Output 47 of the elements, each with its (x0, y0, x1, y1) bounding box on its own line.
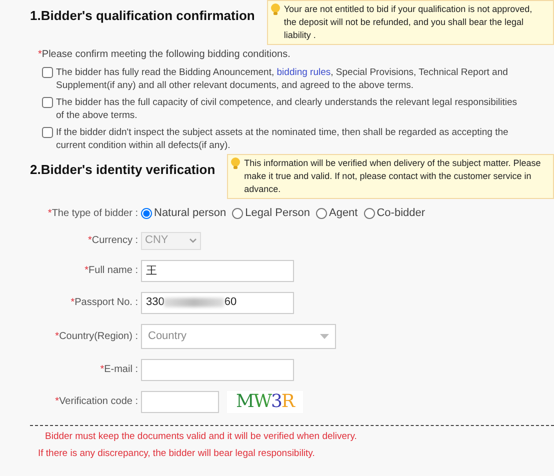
field-label: Full name : (88, 265, 138, 276)
lightbulb-icon (270, 3, 281, 16)
warning-note: If there is any discrepancy, the bidder will bear legal responsibility. (37, 446, 316, 460)
required-asterisk: * (100, 364, 104, 375)
required-asterisk: * (55, 330, 60, 342)
field-label: E-mail : (104, 364, 138, 375)
lightbulb-icon (230, 157, 242, 170)
checkbox[interactable] (42, 67, 53, 78)
condition-prompt: Please confirm meeting the following bidding conditions. (42, 48, 290, 62)
checkbox[interactable] (42, 97, 53, 108)
input-field[interactable] (141, 390, 219, 412)
captcha-image: MW3R (227, 390, 303, 412)
required-asterisk: * (48, 208, 52, 219)
radio-button[interactable] (316, 208, 327, 219)
radio-label: Legal Person (245, 206, 310, 221)
caret-icon (320, 334, 329, 338)
radio-button[interactable] (141, 208, 152, 219)
radio-button[interactable] (364, 208, 375, 219)
checkbox[interactable] (42, 127, 53, 138)
radio-button[interactable] (232, 208, 244, 219)
field-label: Verification code : (59, 396, 138, 407)
field-label: Currency : (92, 235, 138, 246)
input-field[interactable]: 330 60 (141, 292, 294, 314)
warning-note: Bidder must keep the documents valid and it will be verified when delivery. (44, 430, 358, 442)
notice-text: Your are not entitled to bid if your qualification is not approved, the deposit will not be refunded, and you shall bear the legal liability . (284, 3, 534, 42)
section-heading: 2.Bidder's identity verification (30, 161, 216, 179)
required-asterisk: * (70, 297, 75, 308)
condition-text: The bidder has the full capacity of civil competence, and clearly understands the relevant legal responsibilities of the above terms. (56, 96, 518, 122)
condition-text: The bidder has fully read the Bidding Anouncement, bidding rules, Special Provisions, Technical Report and Supplement(if any) and all other relevant documents, and agreed to the above terms. (56, 66, 509, 92)
section-heading: 1.Bidder's qualification confirmation (30, 7, 255, 25)
field-label: Country(Region) : (59, 330, 138, 342)
required-asterisk: * (88, 235, 92, 246)
field-label: Passport No. : (74, 297, 138, 308)
radio-label: Agent (328, 206, 358, 221)
country-dropdown[interactable]: Country (141, 324, 336, 348)
required-asterisk: * (38, 48, 42, 62)
radio-label: Co-bidder (376, 206, 426, 221)
input-field[interactable]: 王 (141, 260, 294, 282)
radio-label: Natural person (154, 206, 226, 221)
required-asterisk: * (55, 396, 60, 407)
condition-text: If the bidder didn't inspect the subject assets at the nominated time, then shall be regarded as accepting the current condition within all defects(if any). (56, 126, 510, 152)
required-asterisk: * (84, 265, 89, 276)
chevron-icon (189, 238, 197, 243)
field-label: The type of bidder : (52, 208, 138, 219)
notice-text: This information will be verified when delivery of the subject matter. Please make it true and valid. If not, please contact with the customer service in advance. (244, 157, 542, 196)
input-field[interactable] (141, 358, 294, 380)
bidding-rules-link[interactable]: bidding rules (276, 67, 331, 78)
